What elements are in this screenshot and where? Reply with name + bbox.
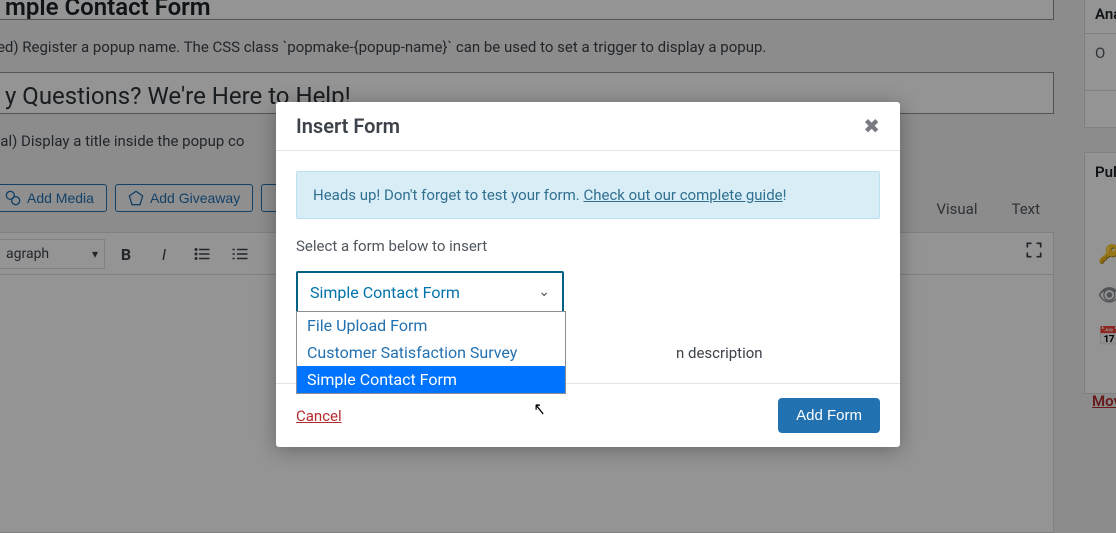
info-alert: Heads up! Don't forget to test your form… [296, 171, 880, 219]
modal-title: Insert Form [296, 114, 400, 138]
form-option[interactable]: Customer Satisfaction Survey [297, 339, 565, 366]
description-fragment: n description [676, 344, 763, 362]
cancel-link[interactable]: Cancel [296, 407, 342, 425]
form-select-wrap: Simple Contact Form ⌄ File Upload FormCu… [296, 271, 564, 313]
modal-header: Insert Form ✖ [276, 102, 900, 151]
chevron-down-icon: ⌄ [538, 284, 550, 300]
form-select[interactable]: Simple Contact Form ⌄ [296, 271, 564, 313]
info-link[interactable]: Check out our complete guide [583, 186, 782, 204]
form-dropdown: File Upload FormCustomer Satisfaction Su… [296, 311, 566, 394]
modal-body: Heads up! Don't forget to test your form… [276, 151, 900, 323]
select-label: Select a form below to insert [296, 237, 880, 255]
close-icon[interactable]: ✖ [863, 114, 880, 138]
form-option[interactable]: File Upload Form [297, 312, 565, 339]
form-option[interactable]: Simple Contact Form [297, 366, 565, 393]
selected-value: Simple Contact Form [310, 283, 460, 302]
info-suffix: ! [783, 186, 787, 204]
insert-form-modal: Insert Form ✖ Heads up! Don't forget to … [276, 102, 900, 447]
add-form-button[interactable]: Add Form [778, 398, 880, 433]
info-text: Heads up! Don't forget to test your form… [313, 186, 583, 204]
